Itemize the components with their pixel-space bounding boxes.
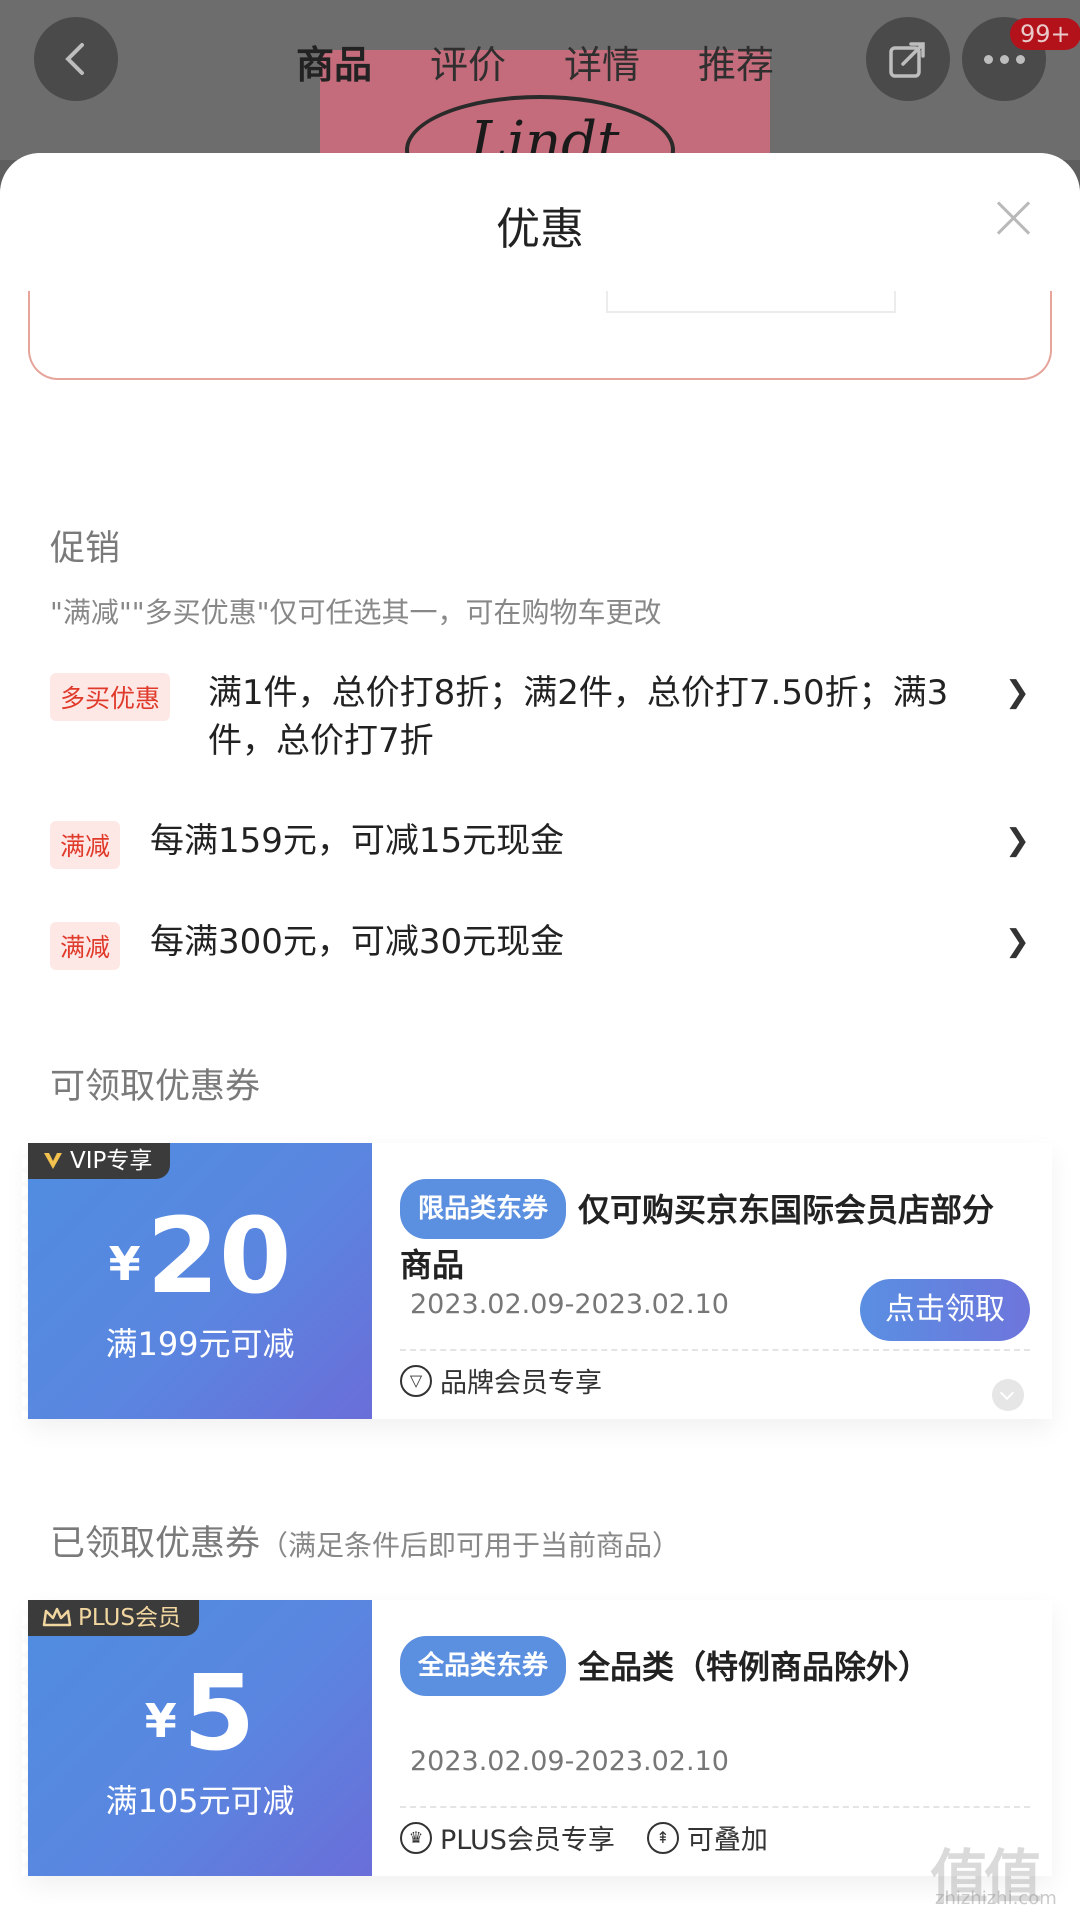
chevron-right-icon: ❯ [1004, 675, 1030, 710]
claimed-coupons-hint: （满足条件后即可用于当前商品） [260, 1529, 681, 1562]
coupon-amount: ¥5 [144, 1652, 256, 1774]
feature-plus-member: PLUS会员专享 [440, 1825, 615, 1856]
divider [400, 1349, 1030, 1351]
divider [400, 1806, 1030, 1808]
crown-icon [42, 1607, 72, 1627]
promo-text: 满1件，总价打8折；满2件，总价打7.50折；满3件，总价打7折 [208, 673, 949, 761]
coupon-description: 全品类东券 全品类（特例商品除外） [400, 1636, 1020, 1696]
vip-badge: VIP专享 [28, 1143, 171, 1179]
coupon-value-panel: PLUS会员 ¥5 满105元可减 [22, 1600, 372, 1876]
tab-details[interactable]: 详情 [564, 34, 640, 89]
tab-product[interactable]: 商品 [296, 34, 372, 89]
promo-text: 每满159元，可减15元现金 [150, 821, 565, 861]
tab-recommend[interactable]: 推荐 [698, 34, 774, 89]
vip-icon [44, 1153, 62, 1169]
chevron-right-icon: ❯ [1004, 924, 1030, 959]
discount-sheet: 减5 优惠 促销 "满减""多买优惠"仅可任选其一，可在购物车更改 多买优惠 满… [0, 153, 1080, 1915]
share-button[interactable] [866, 17, 950, 101]
chevron-left-icon [65, 43, 84, 75]
sheet-title: 优惠 [496, 204, 584, 255]
coupon-vip: VIP专享 ¥20 满199元可减 限品类东券 仅可购买京东国际会员店部分商品 2… [22, 1143, 1052, 1419]
crown-icon: ♛ [400, 1821, 432, 1854]
coupon-date-range: 2023.02.09-2023.02.10 [410, 1289, 729, 1320]
coupon-amount: ¥20 [108, 1195, 292, 1317]
coupon-date-range: 2023.02.09-2023.02.10 [410, 1746, 729, 1777]
claim-coupon-button[interactable]: 点击领取 [860, 1279, 1030, 1341]
close-icon[interactable] [995, 200, 1031, 236]
coupon-value-panel: VIP专享 ¥20 满199元可减 [22, 1143, 372, 1419]
coupon-plus: PLUS会员 ¥5 满105元可减 全品类东券 全品类（特例商品除外） 2023.… [22, 1600, 1052, 1876]
promo-tag: 多买优惠 [50, 673, 171, 721]
sheet-header: 优惠 [0, 153, 1080, 291]
coupon-feature: ▽ 品牌会员专享 [400, 1361, 602, 1400]
product-tabs: 商品 评价 详情 推荐 [296, 34, 774, 89]
category-pill: 全品类东券 [400, 1636, 567, 1696]
promo-tag: 满减 [50, 821, 121, 869]
watermark-domain: zhizhizhi.com [935, 1888, 1057, 1909]
coupon-description: 限品类东券 仅可购买京东国际会员店部分商品 [400, 1179, 1020, 1291]
brand-member-icon: ▽ [400, 1364, 432, 1397]
promo-item-full-reduction-2[interactable]: 满减 每满300元，可减30元现金 ❯ [50, 922, 1030, 972]
chevron-right-icon: ❯ [1004, 823, 1030, 858]
promo-item-full-reduction-1[interactable]: 满减 每满159元，可减15元现金 ❯ [50, 821, 1030, 871]
claimed-coupons-title: 已领取优惠券（满足条件后即可用于当前商品） [50, 1524, 681, 1564]
coupon-features: ♛ PLUS会员专享 ⇞ 可叠加 [400, 1818, 768, 1857]
notification-badge: 99+ [1010, 18, 1080, 50]
promo-tag: 满减 [50, 922, 121, 970]
back-button[interactable] [34, 17, 118, 101]
plus-badge: PLUS会员 [28, 1600, 199, 1636]
coupon-condition: 满105元可减 [105, 1782, 295, 1820]
available-coupons-title: 可领取优惠券 [50, 1067, 261, 1107]
expand-icon[interactable] [992, 1379, 1024, 1411]
promotions-title: 促销 [50, 529, 121, 569]
category-pill: 限品类东券 [400, 1179, 567, 1239]
stackable-icon: ⇞ [646, 1821, 679, 1854]
coupon-detail-panel: 限品类东券 仅可购买京东国际会员店部分商品 2023.02.09-2023.02.… [400, 1143, 1030, 1419]
tab-reviews[interactable]: 评价 [430, 34, 506, 89]
coupon-condition: 满199元可减 [105, 1325, 295, 1363]
feature-stackable: 可叠加 [686, 1825, 768, 1856]
share-icon [889, 42, 925, 78]
promo-item-multi-buy[interactable]: 多买优惠 满1件，总价打8折；满2件，总价打7.50折；满3件，总价打7折 ❯ [50, 673, 1030, 773]
promo-text: 每满300元，可减30元现金 [150, 922, 565, 962]
more-icon [983, 54, 1025, 64]
promotions-note: "满减""多买优惠"仅可任选其一，可在购物车更改 [50, 596, 662, 629]
